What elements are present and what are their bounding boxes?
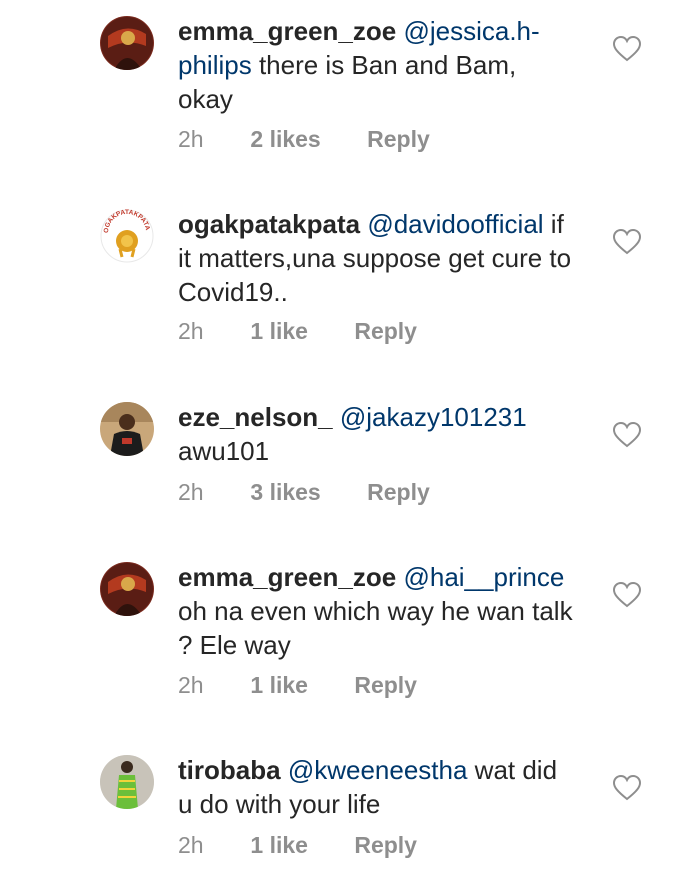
comment-time: 2h: [178, 672, 204, 698]
comment-time: 2h: [178, 832, 204, 858]
comment-mention[interactable]: @hai__prince: [403, 562, 564, 592]
comment-meta: 2h 3 likes Reply: [178, 479, 430, 506]
reply-button[interactable]: Reply: [354, 318, 417, 345]
avatar[interactable]: [100, 402, 154, 456]
reply-button[interactable]: Reply: [354, 832, 417, 859]
comment-mention[interactable]: @kweeneestha: [288, 755, 468, 785]
comment-text: emma_green_zoe @hai__prince oh na even w…: [178, 560, 578, 662]
avatar[interactable]: [100, 562, 154, 616]
comment-meta: 2h 1 like Reply: [178, 832, 417, 859]
comment-username[interactable]: eze_nelson_: [178, 402, 333, 432]
profile-photo-icon: [100, 402, 154, 456]
comment-username[interactable]: ogakpatakpata: [178, 209, 360, 239]
comment-time: 2h: [178, 318, 204, 344]
like-heart-icon[interactable]: [613, 775, 641, 801]
reply-button[interactable]: Reply: [367, 479, 430, 506]
like-heart-icon[interactable]: [613, 36, 641, 62]
like-heart-icon[interactable]: [613, 422, 641, 448]
comment-likes[interactable]: 1 like: [250, 318, 308, 345]
comment-meta: 2h 2 likes Reply: [178, 126, 430, 153]
comment-body: awu101: [178, 436, 270, 466]
comment-likes[interactable]: 1 like: [250, 672, 308, 699]
comment-mention[interactable]: @davidoofficial: [367, 209, 543, 239]
comment-body: oh na even which way he wan talk ? Ele w…: [178, 596, 573, 660]
comment-text: eze_nelson_ @jakazy101231 awu101: [178, 400, 578, 468]
lion-logo-icon: OGAKPATAKPATA: [100, 209, 154, 263]
comment-likes[interactable]: 1 like: [250, 832, 308, 859]
comment-username[interactable]: emma_green_zoe: [178, 16, 396, 46]
comment-meta: 2h 1 like Reply: [178, 672, 417, 699]
comment-mention[interactable]: @jakazy101231: [340, 402, 527, 432]
comment-username[interactable]: emma_green_zoe: [178, 562, 396, 592]
comment-username[interactable]: tirobaba: [178, 755, 281, 785]
comment-text: tirobaba @kweeneestha wat did u do with …: [178, 753, 578, 821]
comment-time: 2h: [178, 126, 204, 152]
comment-text: ogakpatakpata @davidoofficial if it matt…: [178, 207, 578, 309]
like-heart-icon[interactable]: [613, 582, 641, 608]
profile-photo-icon: [100, 562, 154, 616]
avatar[interactable]: OGAKPATAKPATA: [100, 209, 154, 263]
like-heart-icon[interactable]: [613, 229, 641, 255]
comment-likes[interactable]: 2 likes: [250, 126, 320, 153]
comment-text: emma_green_zoe @jessica.h-philips there …: [178, 14, 578, 116]
reply-button[interactable]: Reply: [367, 126, 430, 153]
reply-button[interactable]: Reply: [354, 672, 417, 699]
avatar[interactable]: [100, 16, 154, 70]
comment-time: 2h: [178, 479, 204, 505]
profile-photo-icon: [100, 755, 154, 809]
comment-likes[interactable]: 3 likes: [250, 479, 320, 506]
profile-photo-icon: [100, 16, 154, 70]
comment-meta: 2h 1 like Reply: [178, 318, 417, 345]
avatar[interactable]: [100, 755, 154, 809]
